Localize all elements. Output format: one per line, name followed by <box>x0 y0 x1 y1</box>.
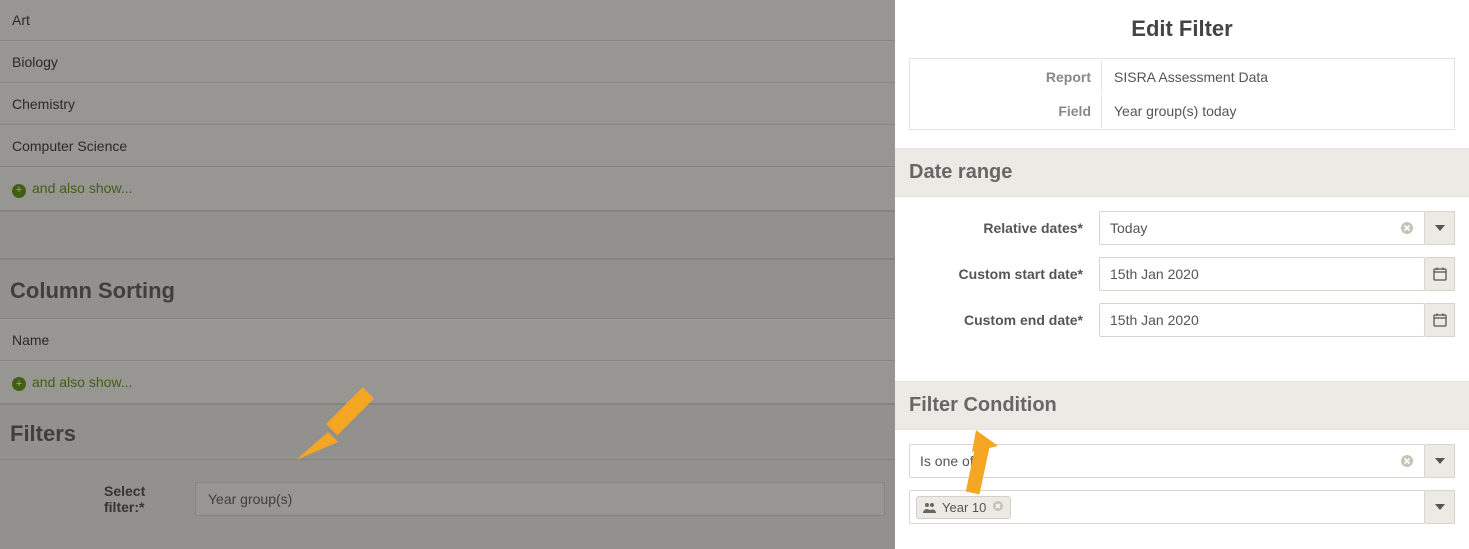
calendar-icon[interactable] <box>1425 303 1455 337</box>
plus-icon: + <box>12 377 26 391</box>
list-item[interactable]: Biology <box>0 41 895 83</box>
custom-end-date-value: 15th Jan 2020 <box>1110 312 1414 328</box>
clear-icon[interactable] <box>1400 454 1414 468</box>
clear-icon[interactable] <box>1400 221 1414 235</box>
spacer <box>0 211 895 259</box>
edit-filter-panel: Edit Filter Report SISRA Assessment Data… <box>895 0 1469 549</box>
also-label: and also show... <box>32 374 132 390</box>
relative-dates-label: Relative dates* <box>909 220 1099 236</box>
and-also-show-link[interactable]: + and also show... <box>0 167 895 211</box>
filter-value-text: Year 10 <box>942 500 986 515</box>
info-report-value: SISRA Assessment Data <box>1104 61 1452 93</box>
plus-icon: + <box>12 184 26 198</box>
custom-end-date-label: Custom end date* <box>909 312 1099 328</box>
filter-condition-value: Is one of... <box>920 453 1394 469</box>
info-report-label: Report <box>912 61 1102 93</box>
and-also-show-link[interactable]: + and also show... <box>0 361 895 405</box>
relative-dates-select[interactable]: Today <box>1099 211 1425 245</box>
custom-start-date-value: 15th Jan 2020 <box>1110 266 1414 282</box>
chevron-down-icon[interactable] <box>1425 444 1455 478</box>
relative-dates-value: Today <box>1110 220 1394 236</box>
calendar-icon[interactable] <box>1425 257 1455 291</box>
custom-start-date-label: Custom start date* <box>909 266 1099 282</box>
list-item[interactable]: Name <box>0 319 895 361</box>
filter-info-table: Report SISRA Assessment Data Field Year … <box>909 59 1455 130</box>
filter-condition-header: Filter Condition <box>895 381 1469 430</box>
panel-title: Edit Filter <box>909 0 1455 59</box>
list-item[interactable]: Chemistry <box>0 83 895 125</box>
custom-end-date-input[interactable]: 15th Jan 2020 <box>1099 303 1425 337</box>
chevron-down-icon[interactable] <box>1425 211 1455 245</box>
list-item[interactable]: Art <box>0 0 895 41</box>
panel-actions: Cancel Save <box>909 538 1455 549</box>
list-item[interactable]: Computer Science <box>0 125 895 167</box>
group-icon <box>923 502 936 513</box>
filters-row: Select filter:* Year group(s) <box>0 460 895 538</box>
filter-values-multiselect[interactable]: Year 10 <box>909 490 1425 524</box>
select-filter-dropdown[interactable]: Year group(s) <box>195 482 885 516</box>
also-label: and also show... <box>32 180 132 196</box>
column-sorting-header: Column Sorting <box>0 259 895 319</box>
filter-value-tag[interactable]: Year 10 <box>916 496 1011 519</box>
chevron-down-icon[interactable] <box>1425 490 1455 524</box>
filter-condition-select[interactable]: Is one of... <box>909 444 1425 478</box>
remove-tag-icon[interactable] <box>992 500 1004 515</box>
filters-header: Filters <box>0 404 895 460</box>
date-range-header: Date range <box>895 148 1469 197</box>
background-pane: Art Biology Chemistry Computer Science +… <box>0 0 895 549</box>
custom-start-date-input[interactable]: 15th Jan 2020 <box>1099 257 1425 291</box>
info-field-value: Year group(s) today <box>1104 95 1452 127</box>
select-filter-label: Select filter:* <box>104 483 177 515</box>
info-field-label: Field <box>912 95 1102 127</box>
